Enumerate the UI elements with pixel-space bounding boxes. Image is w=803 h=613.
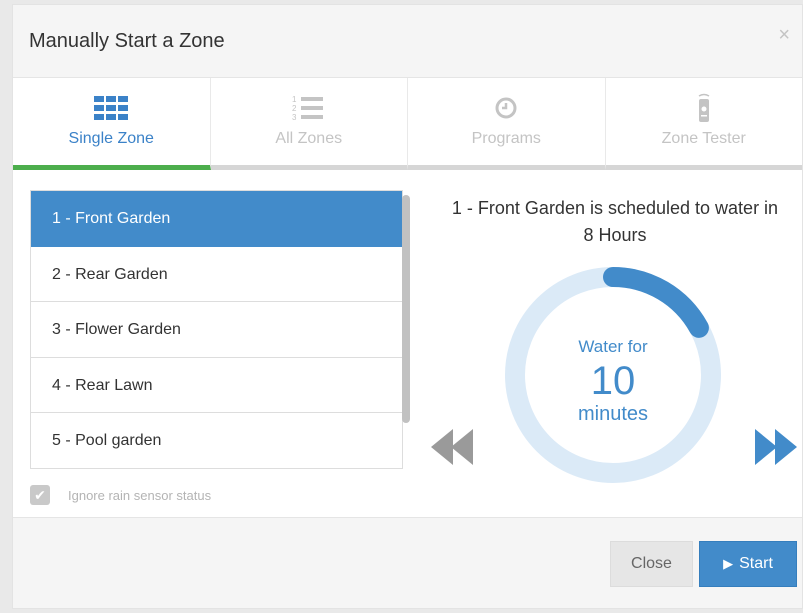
- zone-item[interactable]: 1 - Front Garden: [31, 191, 402, 247]
- remote-control-icon: [696, 93, 712, 122]
- close-button[interactable]: Close: [610, 541, 693, 587]
- dial-text: Water for 10 minutes: [501, 263, 725, 487]
- clock-icon: [494, 94, 518, 122]
- close-icon[interactable]: ×: [778, 23, 790, 47]
- ignore-rain-label: Ignore rain sensor status: [68, 487, 212, 503]
- dial-value: 10: [590, 359, 636, 403]
- fast-forward-button[interactable]: [753, 423, 801, 471]
- zone-item[interactable]: 3 - Flower Garden: [31, 302, 402, 358]
- zone-item[interactable]: 5 - Pool garden: [31, 413, 402, 469]
- start-button[interactable]: ▶ Start: [699, 541, 797, 587]
- start-button-label: Start: [739, 555, 773, 572]
- tab-programs-label: Programs: [471, 130, 541, 147]
- manual-start-dialog: Manually Start a Zone × Single Zone 1 2 …: [12, 4, 803, 609]
- zone-list-scrollbar[interactable]: [402, 195, 410, 423]
- tab-single-zone-label: Single Zone: [68, 130, 154, 147]
- ignore-rain-row: ✔ Ignore rain sensor status: [30, 485, 211, 505]
- tab-zone-tester-label: Zone Tester: [661, 130, 746, 147]
- grid-icon: [94, 94, 129, 122]
- dialog-header: Manually Start a Zone ×: [13, 5, 802, 78]
- tab-single-zone[interactable]: Single Zone: [13, 78, 211, 170]
- svg-text:2: 2: [292, 104, 297, 113]
- zone-item[interactable]: 2 - Rear Garden: [31, 247, 402, 303]
- tab-zone-tester[interactable]: Zone Tester: [605, 78, 802, 170]
- duration-dial[interactable]: Water for 10 minutes: [501, 263, 725, 487]
- tab-all-zones-label: All Zones: [275, 130, 343, 147]
- dial-caption: Water for: [578, 337, 648, 356]
- rewind-icon: [431, 429, 473, 465]
- ignore-rain-checkbox[interactable]: ✔: [30, 485, 50, 505]
- rewind-button[interactable]: [429, 423, 477, 471]
- svg-text:1: 1: [292, 95, 297, 104]
- tab-programs[interactable]: Programs: [408, 78, 606, 170]
- svg-text:3: 3: [292, 113, 297, 122]
- schedule-status: 1 - Front Garden is scheduled to water i…: [451, 198, 779, 245]
- dialog-title: Manually Start a Zone: [29, 30, 225, 52]
- dial-unit: minutes: [577, 403, 649, 425]
- tab-bar: Single Zone 1 2 3 All Zones Programs Zon…: [13, 78, 802, 170]
- checkmark-icon: ✔: [34, 486, 46, 503]
- zone-list: 1 - Front Garden 2 - Rear Garden 3 - Flo…: [30, 190, 403, 469]
- play-icon: ▶: [723, 556, 734, 571]
- fast-forward-icon: [755, 429, 797, 465]
- dialog-footer: Close ▶ Start: [13, 517, 802, 608]
- tab-all-zones[interactable]: 1 2 3 All Zones: [210, 78, 408, 170]
- numbered-list-icon: 1 2 3: [292, 94, 326, 122]
- zone-item[interactable]: 4 - Rear Lawn: [31, 358, 402, 414]
